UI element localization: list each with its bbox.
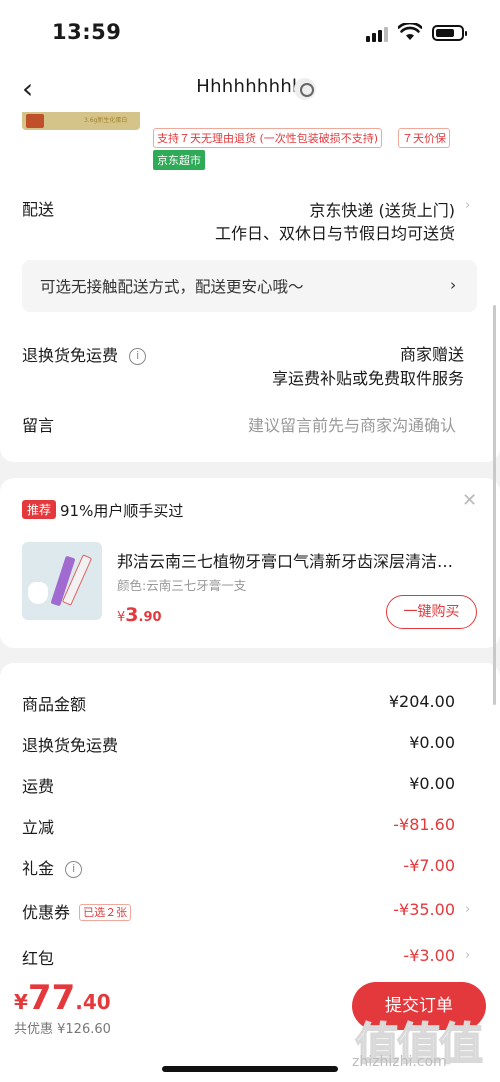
- location-pin-icon[interactable]: [294, 78, 316, 100]
- total-savings: 共优惠 ¥126.60: [14, 1022, 111, 1037]
- contactless-delivery-notice[interactable]: 可选无接触配送方式，配送更安心哦～ ›: [22, 260, 477, 312]
- one-click-buy-button[interactable]: 一键购买: [386, 595, 477, 629]
- product-thumbnail[interactable]: 3.6g新生化蛋白: [22, 112, 140, 130]
- message-input[interactable]: 建议留言前先与商家沟通确认: [248, 412, 456, 436]
- total-price: ¥77.40: [14, 978, 111, 1018]
- status-time: 13:59: [52, 20, 122, 44]
- summary-label: 立减: [22, 818, 55, 837]
- checkout-bar: ¥77.40 共优惠 ¥126.60 提交订单 值值值 zhizhizhi.co…: [0, 970, 500, 1082]
- summary-label: 红包: [22, 949, 55, 968]
- info-icon[interactable]: i: [65, 861, 83, 878]
- recommend-product-spec: 颜色:云南三七牙膏一支: [117, 578, 247, 593]
- notice-text: 可选无接触配送方式，配送更安心哦～: [40, 278, 304, 296]
- recommend-product-image[interactable]: [22, 542, 102, 620]
- message-label: 留言: [22, 416, 55, 435]
- summary-label: 退换货免运费: [22, 736, 119, 755]
- cellular-signal-icon: [366, 26, 390, 42]
- return-shipping-value: 商家赠送: [399, 345, 464, 364]
- delivery-schedule: 工作日、双休日与节假日均可送货: [214, 224, 455, 243]
- coupon-selected-tag: 已选２张: [79, 904, 132, 921]
- summary-value: ¥204.00: [388, 692, 455, 711]
- status-bar: 13:59: [0, 0, 500, 64]
- summary-label: 运费: [22, 777, 55, 796]
- gift-money-label: 礼金 i: [22, 855, 83, 879]
- recommend-price: ¥3.90: [117, 604, 162, 626]
- summary-value: ¥0.00: [409, 774, 455, 793]
- summary-value[interactable]: -¥3.00: [403, 946, 455, 965]
- order-detail-card: 3.6g新生化蛋白 支持７天无理由退货 (一次性包装破损不支持) ７天价保 京东…: [0, 112, 500, 462]
- return-policy-tag: 支持７天无理由退货 (一次性包装破损不支持): [153, 128, 383, 148]
- home-indicator[interactable]: [162, 1066, 338, 1072]
- close-icon[interactable]: ✕: [462, 490, 477, 511]
- price-protect-tag: ７天价保: [398, 128, 450, 148]
- recommend-badge: 推荐: [22, 500, 57, 519]
- recommend-headline: 91%用户顺手买过: [60, 502, 184, 520]
- chevron-right-icon[interactable]: ›: [465, 198, 470, 213]
- page-title: Hhhhhhhhh: [196, 76, 304, 97]
- recommend-product-name[interactable]: 邦洁云南三七植物牙膏口气清新牙齿深层清洁…: [117, 548, 477, 572]
- delivery-label: 配送: [22, 200, 55, 219]
- summary-value: ¥0.00: [409, 733, 455, 752]
- price-summary-card: 商品金额 ¥204.00 退换货免运费 ¥0.00 运费 ¥0.00 立减 -¥…: [0, 663, 500, 993]
- recommend-card: 推荐 91%用户顺手买过 ✕ 邦洁云南三七植物牙膏口气清新牙齿深层清洁… 颜色:…: [0, 478, 500, 648]
- delivery-method[interactable]: 京东快递 (送货上门): [309, 197, 455, 221]
- chevron-right-icon[interactable]: ›: [465, 902, 470, 917]
- scrollbar[interactable]: [493, 305, 496, 705]
- summary-value[interactable]: -¥35.00: [393, 900, 455, 919]
- watermark-url: zhizhizhi.com: [352, 1054, 447, 1070]
- wifi-icon: [398, 23, 422, 40]
- coupon-label[interactable]: 优惠券 已选２张: [22, 899, 132, 923]
- summary-label: 商品金额: [22, 695, 87, 714]
- summary-value: -¥7.00: [403, 856, 455, 875]
- nav-bar: ‹ Hhhhhhhhh: [0, 64, 500, 112]
- return-shipping-label: 退换货免运费 i: [22, 342, 147, 366]
- info-icon[interactable]: i: [129, 348, 147, 365]
- store-tag: 京东超市: [153, 150, 205, 170]
- battery-icon: [432, 25, 467, 41]
- chevron-right-icon: ›: [450, 276, 457, 294]
- return-shipping-sub: 享运费补贴或免费取件服务: [271, 369, 464, 388]
- chevron-right-icon[interactable]: ›: [465, 948, 470, 963]
- summary-value: -¥81.60: [393, 815, 455, 834]
